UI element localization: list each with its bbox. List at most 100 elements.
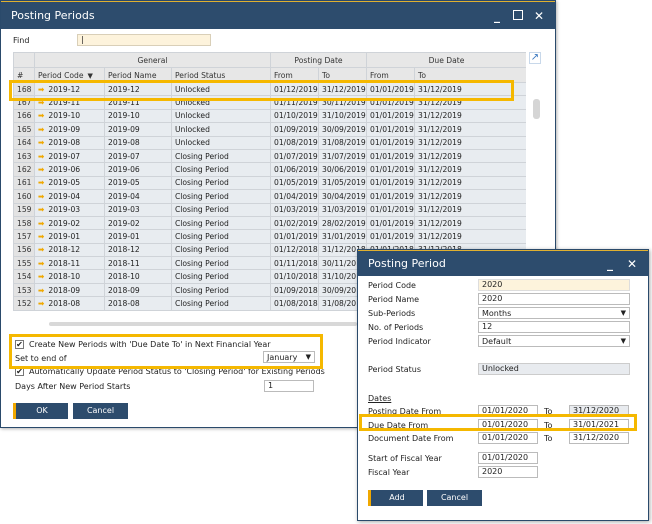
due-from-cell[interactable]: 01/01/2019 xyxy=(366,229,416,244)
link-arrow-icon[interactable]: ➡ xyxy=(38,98,44,107)
period-status-cell[interactable]: Unlocked xyxy=(171,95,271,110)
period-status-cell[interactable]: Unlocked xyxy=(171,135,271,150)
create-new-periods-checkbox[interactable]: ✔ xyxy=(15,340,24,349)
period-code-input[interactable]: 2020 xyxy=(478,279,630,291)
add-button[interactable]: Add xyxy=(368,490,423,506)
link-arrow-icon[interactable]: ➡ xyxy=(38,219,44,228)
period-status-cell[interactable]: Closing Period xyxy=(171,269,271,284)
table-row[interactable]: 158 ➡ 2019-02 2019-02 Closing Period 01/02/20… xyxy=(13,215,526,231)
posting-from-cell[interactable]: 01/07/2019 xyxy=(270,148,319,164)
link-arrow-icon[interactable]: ➡ xyxy=(38,138,44,147)
due-to-cell[interactable]: 31/12/2019 xyxy=(414,95,526,110)
pp-minimize-icon[interactable]: _ xyxy=(604,257,616,271)
link-arrow-icon[interactable]: ➡ xyxy=(38,152,44,161)
period-code-cell[interactable]: ➡ 2019-07 xyxy=(34,148,105,164)
row-number[interactable]: 167 xyxy=(13,95,35,110)
period-status-cell[interactable]: Closing Period xyxy=(171,202,271,217)
period-name-input[interactable]: 2020 xyxy=(478,293,630,305)
days-after-input[interactable]: 1 xyxy=(264,380,314,392)
posting-from-cell[interactable]: 01/12/2018 xyxy=(270,242,319,258)
period-name-cell[interactable]: 2019-10 xyxy=(104,108,172,124)
period-status-cell[interactable]: Closing Period xyxy=(171,229,271,244)
period-name-cell[interactable]: 2018-11 xyxy=(104,256,172,271)
due-from-cell[interactable]: 01/01/2019 xyxy=(366,215,416,231)
posting-date-from-input[interactable]: 01/01/2020 xyxy=(478,405,538,417)
posting-from-cell[interactable]: 01/11/2018 xyxy=(270,256,319,271)
due-from-cell[interactable]: 01/01/2019 xyxy=(366,202,416,217)
sub-periods-select[interactable]: Months ▼ xyxy=(478,307,630,319)
period-name-cell[interactable]: 2018-12 xyxy=(104,242,172,258)
period-status-cell[interactable]: Unlocked xyxy=(171,108,271,124)
period-name-cell[interactable]: 2019-08 xyxy=(104,135,172,150)
col-posting-to[interactable]: To xyxy=(317,67,368,83)
posting-to-cell[interactable]: 30/11/2019 xyxy=(317,95,368,110)
posting-to-cell[interactable]: 28/02/2019 xyxy=(317,215,368,231)
posting-from-cell[interactable]: 01/11/2019 xyxy=(270,95,319,110)
period-code-cell[interactable]: ➡ 2018-09 xyxy=(34,282,105,298)
col-period-code[interactable]: Period Code ▼ xyxy=(34,67,105,83)
period-name-cell[interactable]: 2019-12 xyxy=(104,81,172,97)
row-number[interactable]: 160 xyxy=(13,189,35,204)
period-status-cell[interactable]: Unlocked xyxy=(171,81,271,97)
due-from-cell[interactable]: 01/01/2019 xyxy=(366,108,416,124)
period-code-cell[interactable]: ➡ 2019-08 xyxy=(34,135,105,150)
link-arrow-icon[interactable]: ➡ xyxy=(38,192,44,201)
row-number[interactable]: 153 xyxy=(13,282,35,298)
due-to-cell[interactable]: 31/12/2019 xyxy=(414,175,526,191)
period-name-cell[interactable]: 2019-09 xyxy=(104,122,172,137)
period-name-cell[interactable]: 2019-03 xyxy=(104,202,172,217)
posting-to-cell[interactable]: 31/05/2019 xyxy=(317,175,368,191)
auto-update-option[interactable]: ✔ Automatically Update Period Status to … xyxy=(15,367,325,376)
period-status-cell[interactable]: Closing Period xyxy=(171,282,271,298)
period-indicator-select[interactable]: Default ▼ xyxy=(478,335,630,347)
due-to-cell[interactable]: 31/12/2019 xyxy=(414,162,526,177)
due-to-cell[interactable]: 31/12/2019 xyxy=(414,229,526,244)
row-number[interactable]: 155 xyxy=(13,256,35,271)
col-posting-from[interactable]: From xyxy=(270,67,319,83)
posting-to-cell[interactable]: 31/01/2019 xyxy=(317,229,368,244)
minimize-icon[interactable]: _ xyxy=(491,9,503,23)
period-name-cell[interactable]: 2018-09 xyxy=(104,282,172,298)
table-row[interactable]: 166 ➡ 2019-10 2019-10 Unlocked 01/10/2019 31/1… xyxy=(13,108,526,124)
period-status-cell[interactable]: Closing Period xyxy=(171,296,271,311)
document-date-from-input[interactable]: 01/01/2020 xyxy=(478,432,538,444)
due-from-cell[interactable]: 01/01/2019 xyxy=(366,162,416,177)
table-row[interactable]: 161 ➡ 2019-05 2019-05 Closing Period 01/05/20… xyxy=(13,175,526,191)
due-to-cell[interactable]: 31/12/2019 xyxy=(414,189,526,204)
no-of-periods-input[interactable]: 12 xyxy=(478,321,630,333)
row-number[interactable]: 156 xyxy=(13,242,35,258)
due-from-cell[interactable]: 01/01/2019 xyxy=(366,122,416,137)
table-row[interactable]: 164 ➡ 2019-08 2019-08 Unlocked 01/08/2019 31/0… xyxy=(13,135,526,150)
pp-close-icon[interactable]: ✕ xyxy=(626,257,638,271)
period-name-cell[interactable]: 2018-10 xyxy=(104,269,172,284)
table-row[interactable]: 159 ➡ 2019-03 2019-03 Closing Period 01/03/20… xyxy=(13,202,526,217)
period-status-cell[interactable]: Closing Period xyxy=(171,175,271,191)
col-due-from[interactable]: From xyxy=(366,67,416,83)
link-arrow-icon[interactable]: ➡ xyxy=(38,205,44,214)
horizontal-scrollbar[interactable] xyxy=(49,322,357,326)
row-number[interactable]: 163 xyxy=(13,148,35,164)
fiscal-year-input[interactable]: 2020 xyxy=(478,466,538,478)
period-status-cell[interactable]: Closing Period xyxy=(171,162,271,177)
find-input[interactable]: | xyxy=(77,34,211,46)
due-from-cell[interactable]: 01/01/2019 xyxy=(366,95,416,110)
period-code-cell[interactable]: ➡ 2018-11 xyxy=(34,256,105,271)
create-new-periods-option[interactable]: ✔ Create New Periods with 'Due Date To' … xyxy=(15,340,271,349)
row-number[interactable]: 158 xyxy=(13,215,35,231)
link-arrow-icon[interactable]: ➡ xyxy=(38,85,44,94)
due-to-cell[interactable]: 31/12/2019 xyxy=(414,108,526,124)
period-code-cell[interactable]: ➡ 2019-06 xyxy=(34,162,105,177)
posting-from-cell[interactable]: 01/08/2019 xyxy=(270,135,319,150)
period-code-cell[interactable]: ➡ 2019-04 xyxy=(34,189,105,204)
period-status-cell[interactable]: Closing Period xyxy=(171,242,271,258)
due-from-cell[interactable]: 01/01/2019 xyxy=(366,148,416,164)
period-name-cell[interactable]: 2018-08 xyxy=(104,296,172,311)
row-number[interactable]: 159 xyxy=(13,202,35,217)
posting-to-cell[interactable]: 31/12/2019 xyxy=(317,81,368,97)
due-to-cell[interactable]: 31/12/2019 xyxy=(414,135,526,150)
due-date-from-input[interactable]: 01/01/2020 xyxy=(478,419,538,431)
period-code-cell[interactable]: ➡ 2019-09 xyxy=(34,122,105,137)
maximize-icon[interactable] xyxy=(513,9,523,20)
due-from-cell[interactable]: 01/01/2019 xyxy=(366,135,416,150)
table-row[interactable]: 162 ➡ 2019-06 2019-06 Closing Period 01/06/20… xyxy=(13,162,526,177)
